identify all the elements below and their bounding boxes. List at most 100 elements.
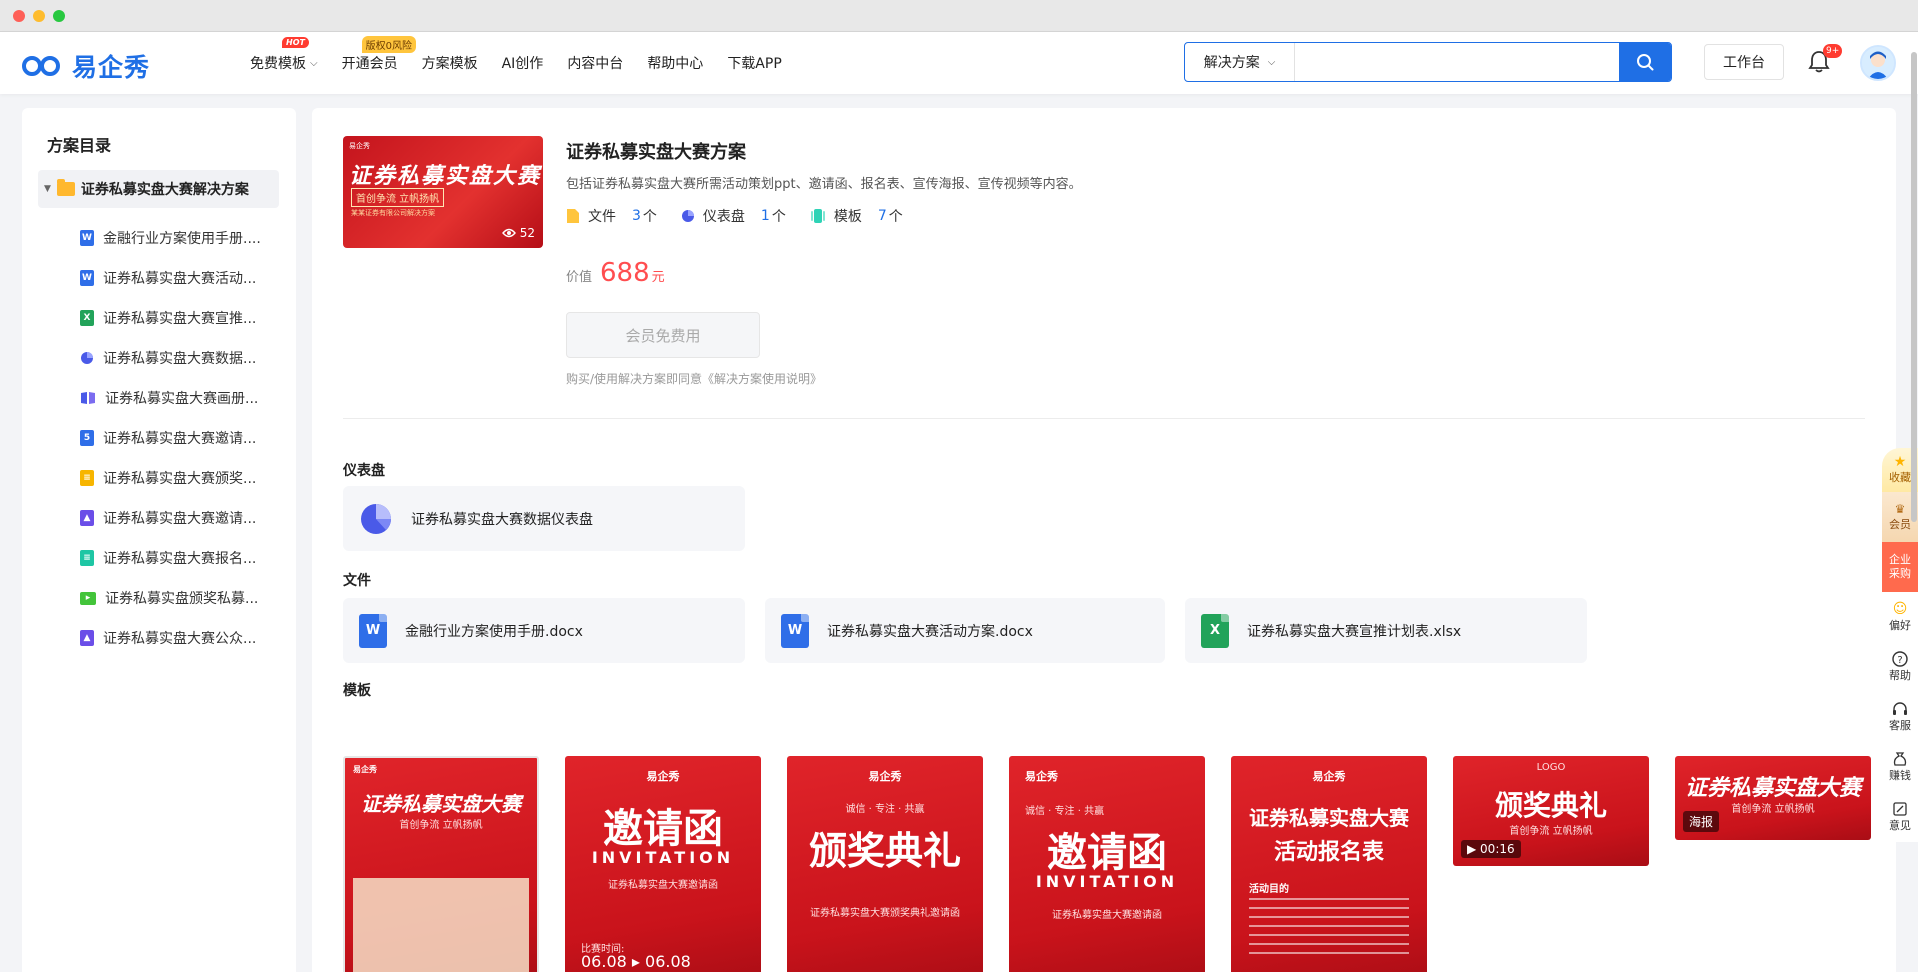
image-icon: ▲: [80, 510, 94, 526]
nav-item-label: 内容中台: [567, 56, 624, 72]
tree-item[interactable]: ▲ 证券私募实盘大赛公众...: [80, 618, 290, 658]
copyright-badge: 版权0风险: [361, 36, 416, 53]
feedback-icon: [1893, 802, 1907, 816]
duration-value: 00:16: [1480, 842, 1515, 856]
stat-count: 7: [877, 208, 887, 224]
dashboard-name: 证券私募实盘大赛数据仪表盘: [411, 511, 593, 528]
template-thumbnail[interactable]: 证券私募实盘大赛 首创争流 立帆扬帆 海报: [1675, 756, 1871, 840]
toolbar-label: 赚钱: [1889, 769, 1911, 782]
solution-stats: 文件 3 个 仪表盘 1 个 模板 7 个: [566, 206, 903, 226]
template-thumbnail[interactable]: 易企秀 证券私募实盘大赛 首创争流 立帆扬帆: [343, 756, 539, 972]
close-window-button[interactable]: [13, 10, 25, 22]
stat-unit: 个: [771, 209, 786, 225]
enterprise-purchase-button[interactable]: 企业采购: [1882, 542, 1918, 592]
customer-service-button[interactable]: 客服: [1882, 692, 1918, 742]
poster-tag: 海报: [1683, 811, 1720, 832]
form-icon: ≡: [80, 550, 94, 566]
tree-item[interactable]: ▸ 证券私募实盘颁奖私募...: [80, 578, 290, 618]
template-thumbnail[interactable]: 易企秀 诚信 · 专注 · 共赢 颁奖典礼 证券私募实盘大赛颁奖典礼邀请函: [787, 756, 983, 972]
help-button[interactable]: ? 帮助: [1882, 642, 1918, 692]
tree-item-label: 证券私募实盘大赛报名...: [103, 551, 257, 567]
money-bag-icon: [1893, 752, 1907, 766]
tree-item[interactable]: 证券私募实盘大赛画册...: [80, 378, 290, 418]
template-thumbnail[interactable]: LOGO 颁奖典礼 首创争流 立帆扬帆 ▶ 00:16: [1453, 756, 1649, 866]
solution-description: 包括证券私募实盘大赛所需活动策划ppt、邀请函、报名表、宣传海报、宣传视频等内容…: [566, 177, 1082, 192]
file-card[interactable]: W 证券私募实盘大赛活动方案.docx: [765, 598, 1165, 663]
dashboard-icon: [681, 210, 694, 222]
template-thumbnail[interactable]: 易企秀 诚信 · 专注 · 共赢 邀请函 INVITATION 证券私募实盘大赛…: [1009, 756, 1205, 972]
template-title: 邀请函: [1047, 829, 1167, 876]
dashboard-card[interactable]: 证券私募实盘大赛数据仪表盘: [343, 486, 745, 551]
user-avatar[interactable]: [1860, 45, 1896, 81]
solution-cover-image[interactable]: 易企秀 证券私募实盘大赛 首创争流 立帆扬帆 某某证券有限公司解决方案 52: [343, 136, 543, 248]
file-card[interactable]: X 证券私募实盘大赛宣推计划表.xlsx: [1185, 598, 1587, 663]
zoom-window-button[interactable]: [53, 10, 65, 22]
image-icon: ▲: [80, 630, 94, 646]
main-menu: HOT 免费模板 ⌵ 版权0风险 开通会员 方案模板 AI创作 内容中台 帮助中…: [250, 32, 806, 94]
file-name: 证券私募实盘大赛宣推计划表.xlsx: [1247, 623, 1462, 640]
usage-agreement-text[interactable]: 购买/使用解决方案即同意《解决方案使用说明》: [566, 370, 822, 387]
tree-item[interactable]: ≡ 证券私募实盘大赛颁奖...: [80, 458, 290, 498]
search-button[interactable]: [1619, 43, 1671, 81]
search-icon: [1637, 54, 1654, 71]
eye-icon: [501, 228, 516, 238]
template-caption: 证券私募实盘大赛颁奖典礼邀请函: [810, 908, 960, 919]
template-caption: 证券私募实盘大赛邀请函: [608, 880, 718, 891]
template-title: 邀请函: [603, 805, 723, 852]
price-label: 价值: [566, 270, 593, 285]
nav-solution-templates[interactable]: 方案模板: [422, 53, 478, 73]
nav-item-label: AI创作: [501, 56, 544, 72]
word-icon: W: [359, 613, 387, 648]
chevron-down-icon: ⌵: [310, 57, 318, 69]
toolbar-label: 会员: [1889, 518, 1911, 531]
word-icon: W: [781, 613, 809, 648]
tree-root-item[interactable]: ▼ 证券私募实盘大赛解决方案: [38, 170, 279, 208]
search-input[interactable]: [1295, 43, 1619, 81]
template-logo: 易企秀: [1312, 770, 1346, 783]
tree-item[interactable]: ▲ 证券私募实盘大赛邀请...: [80, 498, 290, 538]
sidebar-title: 方案目录: [47, 136, 112, 155]
tree-item[interactable]: W 金融行业方案使用手册....: [80, 218, 290, 258]
logo-icon: [22, 52, 66, 80]
page-scrollbar[interactable]: [1911, 52, 1917, 522]
template-logo: 易企秀: [1025, 770, 1058, 783]
search-scope-select[interactable]: 解决方案 ⌵: [1185, 43, 1295, 81]
tree-item[interactable]: 5 证券私募实盘大赛邀请...: [80, 418, 290, 458]
hot-badge: HOT: [282, 37, 309, 48]
site-logo[interactable]: 易企秀: [22, 48, 150, 84]
tree-item[interactable]: W 证券私募实盘大赛活动...: [80, 258, 290, 298]
notification-badge: 9+: [1823, 44, 1843, 58]
earn-money-button[interactable]: 赚钱: [1882, 742, 1918, 792]
template-icon: [810, 209, 825, 223]
tree-item-label: 证券私募实盘大赛画册...: [105, 391, 259, 407]
file-card[interactable]: W 金融行业方案使用手册.docx: [343, 598, 745, 663]
tree-item[interactable]: 证券私募实盘大赛数据...: [80, 338, 290, 378]
preference-button[interactable]: ☺ 偏好: [1882, 592, 1918, 642]
folder-icon: [56, 179, 75, 196]
nav-help-center[interactable]: 帮助中心: [647, 53, 703, 73]
dashboard-icon: [81, 352, 93, 364]
nav-content-hub[interactable]: 内容中台: [567, 53, 623, 73]
feedback-button[interactable]: 意见: [1882, 792, 1918, 842]
template-logo: 易企秀: [353, 765, 377, 774]
stat-label: 文件: [588, 209, 616, 225]
nav-ai-create[interactable]: AI创作: [502, 53, 544, 73]
tree-item[interactable]: X 证券私募实盘大赛宣推...: [80, 298, 290, 338]
nav-free-templates[interactable]: HOT 免费模板 ⌵: [250, 37, 318, 73]
nav-download-app[interactable]: 下载APP: [727, 53, 781, 73]
star-icon: ★: [1893, 454, 1907, 470]
tree-item[interactable]: ≡ 证券私募实盘大赛报名...: [80, 538, 290, 578]
stat-templates: 模板 7 个: [810, 206, 903, 226]
member-free-use-button[interactable]: 会员免费用: [566, 312, 760, 358]
template-top-text: 诚信 · 专注 · 共赢: [1025, 806, 1105, 817]
minimize-window-button[interactable]: [33, 10, 45, 22]
nav-membership[interactable]: 版权0风险 开通会员: [342, 36, 416, 73]
template-thumbnail[interactable]: 易企秀 邀请函 INVITATION 证券私募实盘大赛邀请函 比赛时间: 06.…: [565, 756, 761, 972]
template-thumbnail[interactable]: 易企秀 证券私募实盘大赛 活动报名表 活动目的: [1231, 756, 1427, 972]
h5-icon: 5: [80, 430, 94, 446]
tree-list: W 金融行业方案使用手册.... W 证券私募实盘大赛活动... X 证券私募实…: [80, 218, 290, 658]
workbench-button[interactable]: 工作台: [1704, 44, 1784, 80]
view-count: 52: [501, 226, 535, 240]
search-bar: 解决方案 ⌵: [1184, 42, 1672, 82]
caret-down-icon[interactable]: ▼: [44, 184, 51, 194]
